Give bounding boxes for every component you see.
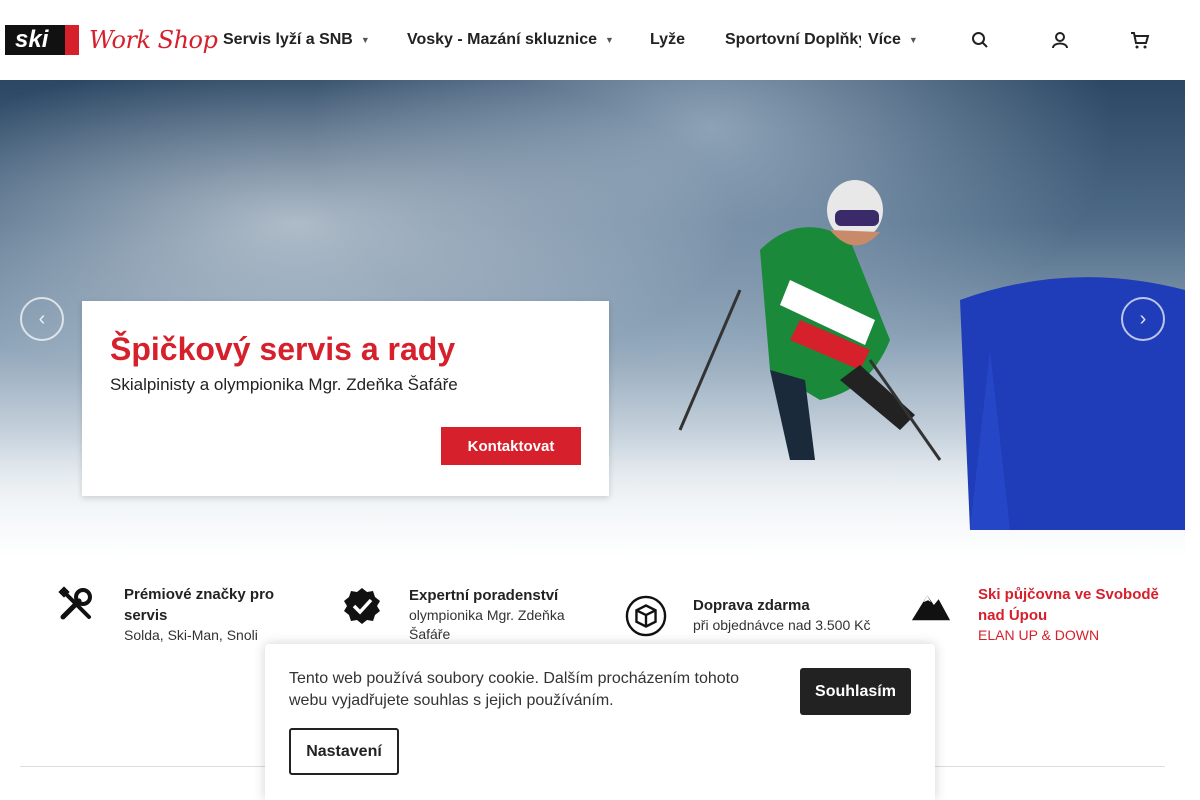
package-icon [625, 595, 667, 637]
feature-subtitle: olympionika Mgr. Zdeňka Šafáře [409, 607, 565, 642]
chevron-left-icon: ‹ [38, 307, 46, 330]
nav-item-vice[interactable]: Více ▼ [868, 31, 918, 49]
feature-title: Doprava zdarma [693, 597, 810, 614]
cookie-accept-button[interactable]: Souhlasím [800, 668, 911, 715]
feature-subtitle: při objednávce nad 3.500 Kč [693, 617, 871, 633]
logo-workshop-text: Work Shop [89, 26, 218, 54]
nav-item-lyze[interactable]: Lyže [650, 31, 685, 49]
verified-badge-icon [341, 585, 383, 627]
hero-slider: Špičkový servis a rady Skialpinisty a ol… [0, 80, 1185, 558]
cookie-settings-button[interactable]: Nastavení [289, 728, 399, 775]
nav-item-sportovni-doplnky[interactable]: Sportovní Doplňky [725, 31, 861, 49]
chevron-down-icon: ▼ [360, 35, 370, 45]
nav-item-servis[interactable]: Servis lyží a SNB ▼ [223, 31, 370, 49]
skier-image [678, 180, 942, 461]
cookie-banner: Tento web používá soubory cookie. Dalším… [265, 644, 935, 800]
chevron-right-icon: › [1139, 307, 1147, 330]
chevron-down-icon: ▼ [908, 35, 918, 45]
feature-item: Expertní poradenství olympionika Mgr. Zd… [341, 585, 584, 644]
nav-item-label: Lyže [650, 31, 685, 48]
nav-item-label: Sportovní Doplňky [725, 31, 861, 48]
cart-icon[interactable] [1129, 28, 1151, 52]
feature-title: Expertní poradenství [409, 587, 559, 604]
nav-item-label: Vosky - Mazání skluznice [407, 31, 597, 48]
nav-item-label: Servis lyží a SNB [223, 31, 353, 48]
hero-title: Špičkový servis a rady [110, 331, 456, 367]
feature-item[interactable]: Ski půjčovna ve Svobodě nad Úpou ELAN UP… [910, 584, 1178, 645]
mountain-icon [910, 584, 952, 626]
logo-ski-mark: ski [5, 25, 79, 55]
site-header: ski Work Shop Servis lyží a SNB ▼ Vosky … [0, 0, 1200, 80]
hero-subtitle: Skialpinisty a olympionika Mgr. Zdeňka Š… [110, 375, 458, 394]
feature-item: Doprava zdarma při objednávce nad 3.500 … [625, 595, 893, 637]
feature-title: Prémiové značky pro servis [124, 586, 275, 624]
hero-promo-card: Špičkový servis a rady Skialpinisty a ol… [82, 301, 609, 496]
slider-prev-button[interactable]: ‹ [20, 297, 64, 341]
user-icon[interactable] [1049, 28, 1071, 52]
nav-item-label: Více [868, 31, 901, 48]
feature-item: Prémiové značky pro servis Solda, Ski-Ma… [56, 584, 294, 645]
race-gate-image [960, 277, 1185, 530]
contact-button[interactable]: Kontaktovat [441, 427, 581, 465]
feature-title[interactable]: Ski půjčovna ve Svobodě nad Úpou [978, 584, 1178, 626]
feature-subtitle[interactable]: ELAN UP & DOWN [978, 626, 1178, 645]
nav-item-vosky[interactable]: Vosky - Mazání skluznice ▼ [407, 31, 614, 49]
feature-subtitle: Solda, Ski-Man, Snoli [124, 627, 258, 643]
cookie-message: Tento web používá soubory cookie. Dalším… [289, 670, 740, 709]
slider-next-button[interactable]: › [1121, 297, 1165, 341]
chevron-down-icon: ▼ [605, 35, 614, 45]
site-logo[interactable]: ski Work Shop [5, 22, 218, 58]
search-icon[interactable] [969, 28, 991, 52]
tools-icon [56, 584, 98, 626]
